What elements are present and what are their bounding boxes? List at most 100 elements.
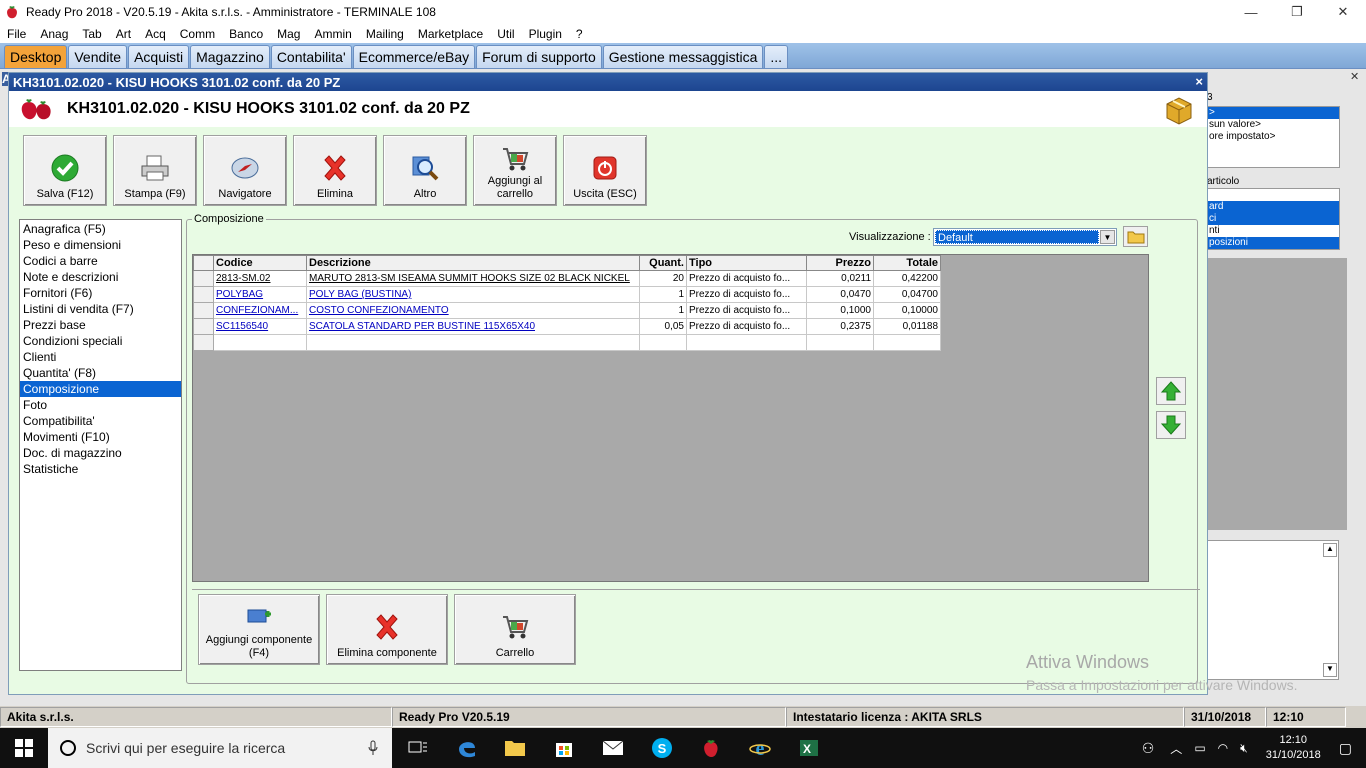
row-indicator[interactable] <box>193 270 214 287</box>
column-header-prezzo[interactable]: Prezzo <box>806 255 874 271</box>
chevron-up-icon[interactable]: ︿ <box>1170 740 1182 757</box>
move-down-button[interactable] <box>1156 411 1186 439</box>
menu-banco[interactable]: Banco <box>222 27 270 41</box>
cell-prezzo[interactable]: 0,0211 <box>806 270 874 287</box>
nav-item-peso[interactable]: Peso e dimensioni <box>20 237 181 253</box>
add-to-cart-button[interactable]: Aggiungi al carrello <box>473 135 557 206</box>
tab-desktop[interactable]: Desktop <box>4 45 68 68</box>
view-select[interactable]: Default ▼ <box>933 228 1117 246</box>
cell-tipo[interactable]: Prezzo di acquisto fo... <box>686 302 807 319</box>
tab-contabilita[interactable]: Contabilita' <box>270 45 352 68</box>
table-row[interactable]: POLYBAG POLY BAG (BUSTINA) 1 Prezzo di a… <box>193 286 941 303</box>
article-window-close-icon[interactable]: × <box>1195 74 1203 89</box>
start-button[interactable] <box>0 728 48 768</box>
store-icon[interactable] <box>540 728 588 768</box>
background-list-item[interactable]: posizioni <box>1208 237 1339 249</box>
nav-item-compatibilita[interactable]: Compatibilita' <box>20 413 181 429</box>
chevron-down-icon[interactable]: ▼ <box>1100 230 1115 244</box>
menu-file[interactable]: File <box>0 27 33 41</box>
task-view-icon[interactable] <box>394 728 442 768</box>
cell-prezzo[interactable]: 0,2375 <box>806 318 874 335</box>
cell-descrizione[interactable]: MARUTO 2813-SM ISEAMA SUMMIT HOOKS SIZE … <box>306 270 640 287</box>
menu-help[interactable]: ? <box>569 27 590 41</box>
wifi-icon[interactable]: ◠ <box>1218 741 1228 755</box>
cell-prezzo[interactable]: 0,1000 <box>806 302 874 319</box>
nav-item-prezzi-base[interactable]: Prezzi base <box>20 317 181 333</box>
cell-descrizione[interactable]: POLY BAG (BUSTINA) <box>306 286 640 303</box>
microphone-icon[interactable] <box>368 740 378 756</box>
background-list-item[interactable]: ard <box>1208 201 1339 213</box>
nav-item-doc-magazzino[interactable]: Doc. di magazzino <box>20 445 181 461</box>
menu-mag[interactable]: Mag <box>270 27 307 41</box>
cart-button[interactable]: Carrello <box>454 594 576 665</box>
minimize-button[interactable]: — <box>1228 0 1274 24</box>
new-row[interactable] <box>193 334 941 351</box>
tab-ecommerce[interactable]: Ecommerce/eBay <box>352 45 476 68</box>
column-header-tipo[interactable]: Tipo <box>686 255 807 271</box>
nav-item-note[interactable]: Note e descrizioni <box>20 269 181 285</box>
background-list-item[interactable]: sun valore> <box>1208 119 1339 131</box>
nav-item-clienti[interactable]: Clienti <box>20 349 181 365</box>
tab-messaggistica[interactable]: Gestione messaggistica <box>602 45 764 68</box>
cell-descrizione[interactable]: SCATOLA STANDARD PER BUSTINE 115X65X40 <box>306 318 640 335</box>
cell-descrizione[interactable]: COSTO CONFEZIONAMENTO <box>306 302 640 319</box>
internet-explorer-icon[interactable]: e <box>736 728 784 768</box>
scroll-down-icon[interactable]: ▼ <box>1323 663 1337 677</box>
delete-button[interactable]: Elimina <box>293 135 377 206</box>
cell-tipo-empty[interactable] <box>686 334 807 351</box>
people-icon[interactable]: ⚇ <box>1142 740 1155 757</box>
cell-quant[interactable]: 20 <box>639 270 687 287</box>
close-button[interactable]: ✕ <box>1320 0 1366 24</box>
cell-codice[interactable]: 2813-SM.02 <box>213 270 307 287</box>
menu-plugin[interactable]: Plugin <box>522 27 569 41</box>
cell-tipo[interactable]: Prezzo di acquisto fo... <box>686 286 807 303</box>
nav-item-condizioni[interactable]: Condizioni speciali <box>20 333 181 349</box>
table-row[interactable]: CONFEZIONAM... COSTO CONFEZIONAMENTO 1 P… <box>193 302 941 319</box>
background-list-item[interactable]: > <box>1208 107 1339 119</box>
cell-codice[interactable]: POLYBAG <box>213 286 307 303</box>
menu-tab[interactable]: Tab <box>75 27 108 41</box>
background-close-icon[interactable]: ✕ <box>1350 70 1364 83</box>
nav-item-fornitori[interactable]: Fornitori (F6) <box>20 285 181 301</box>
background-list-item[interactable]: ore impostato> <box>1208 131 1339 143</box>
nav-item-statistiche[interactable]: Statistiche <box>20 461 181 477</box>
cell-quant[interactable]: 1 <box>639 286 687 303</box>
save-button[interactable]: Salva (F12) <box>23 135 107 206</box>
row-indicator[interactable] <box>193 334 214 351</box>
column-header-codice[interactable]: Codice <box>213 255 307 271</box>
tab-vendite[interactable]: Vendite <box>68 45 128 68</box>
column-header-totale[interactable]: Totale <box>873 255 941 271</box>
cell-quant[interactable]: 1 <box>639 302 687 319</box>
taskbar-search[interactable]: Scrivi qui per eseguire la ricerca <box>48 728 392 768</box>
nav-item-listini[interactable]: Listini di vendita (F7) <box>20 301 181 317</box>
file-explorer-icon[interactable] <box>491 728 539 768</box>
scroll-up-icon[interactable]: ▲ <box>1323 543 1337 557</box>
skype-icon[interactable]: S <box>638 728 686 768</box>
print-button[interactable]: Stampa (F9) <box>113 135 197 206</box>
menu-acq[interactable]: Acq <box>138 27 173 41</box>
menu-comm[interactable]: Comm <box>173 27 222 41</box>
row-indicator[interactable] <box>193 286 214 303</box>
cell-codice[interactable]: CONFEZIONAM... <box>213 302 307 319</box>
cell-descrizione-empty[interactable] <box>306 334 640 351</box>
nav-item-foto[interactable]: Foto <box>20 397 181 413</box>
edge-icon[interactable] <box>443 728 491 768</box>
row-indicator[interactable] <box>193 302 214 319</box>
table-row[interactable]: 2813-SM.02 MARUTO 2813-SM ISEAMA SUMMIT … <box>193 270 941 287</box>
restore-button[interactable]: ❐ <box>1274 0 1320 24</box>
open-folder-button[interactable] <box>1123 226 1148 247</box>
tab-magazzino[interactable]: Magazzino <box>190 45 270 68</box>
nav-item-anagrafica[interactable]: Anagrafica (F5) <box>20 221 181 237</box>
table-row[interactable]: SC1156540 SCATOLA STANDARD PER BUSTINE 1… <box>193 318 941 335</box>
tab-more[interactable]: ... <box>764 45 789 68</box>
cell-prezzo-empty[interactable] <box>806 334 874 351</box>
other-button[interactable]: Altro <box>383 135 467 206</box>
menu-marketplace[interactable]: Marketplace <box>411 27 490 41</box>
cell-quant-empty[interactable] <box>639 334 687 351</box>
menu-art[interactable]: Art <box>109 27 138 41</box>
cell-prezzo[interactable]: 0,0470 <box>806 286 874 303</box>
nav-item-movimenti[interactable]: Movimenti (F10) <box>20 429 181 445</box>
cell-codice[interactable]: SC1156540 <box>213 318 307 335</box>
mail-icon[interactable] <box>589 728 637 768</box>
action-center-icon[interactable]: ▢ <box>1339 740 1352 757</box>
